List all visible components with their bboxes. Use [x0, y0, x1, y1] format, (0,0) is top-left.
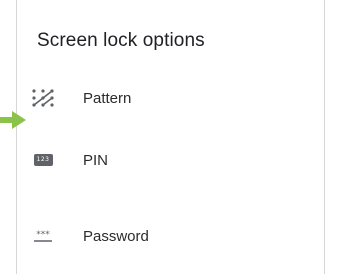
pin-icon-text: 123: [33, 154, 53, 166]
option-pin[interactable]: 123 PIN: [17, 138, 324, 182]
pattern-icon: [31, 86, 55, 110]
option-pattern[interactable]: Pattern: [17, 76, 324, 120]
screen: Screen lock options Pattern 123 PIN *** …: [0, 0, 340, 274]
option-label-pin: PIN: [83, 151, 109, 169]
dialog-title: Screen lock options: [37, 30, 205, 51]
option-password[interactable]: *** Password: [17, 214, 324, 258]
svg-text:***: ***: [36, 230, 50, 240]
screen-lock-options-dialog: Screen lock options Pattern 123 PIN *** …: [16, 0, 325, 274]
option-label-password: Password: [83, 227, 149, 245]
pointer-arrow-icon: [0, 111, 26, 129]
option-label-pattern: Pattern: [83, 89, 132, 107]
pin-icon: 123: [31, 148, 55, 172]
password-icon: ***: [31, 224, 55, 248]
